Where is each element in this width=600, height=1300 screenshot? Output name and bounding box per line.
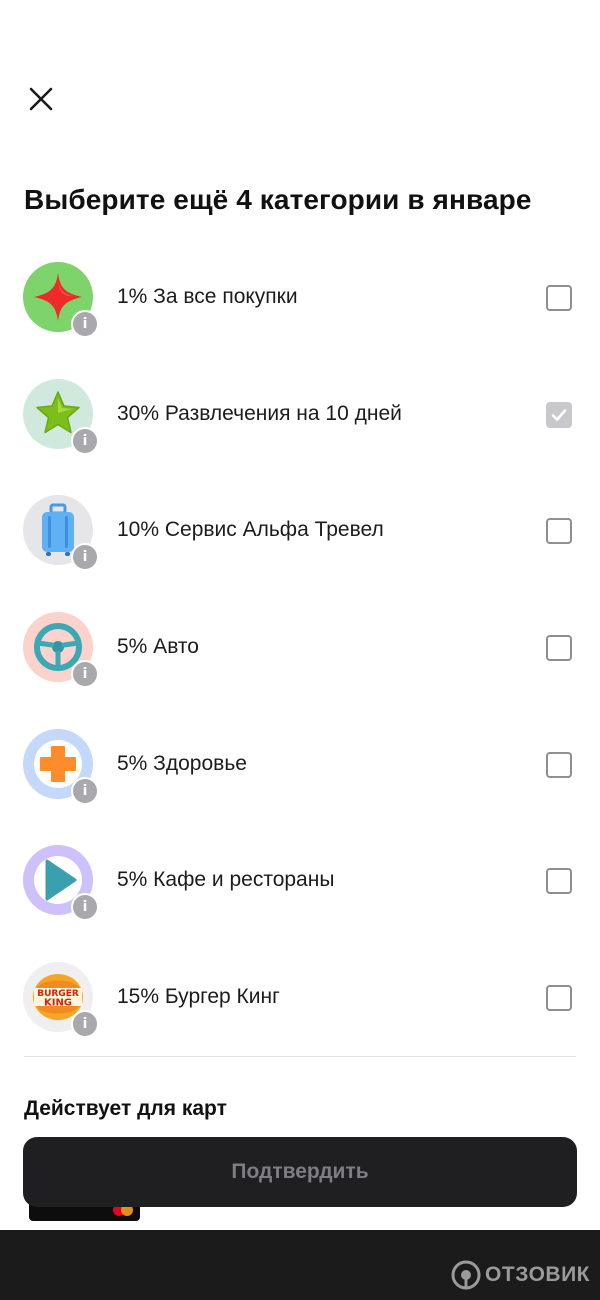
category-label: 10% Сервис Альфа Тревел — [117, 518, 384, 542]
info-icon[interactable]: i — [71, 776, 99, 805]
category-icon: i — [23, 845, 99, 922]
category-checkbox[interactable] — [546, 751, 572, 778]
confirm-button[interactable]: Подтвердить — [23, 1137, 577, 1207]
category-icon: i — [23, 728, 99, 805]
watermark-text: ОТЗОВИК — [485, 1263, 590, 1286]
category-label: 1% За все покупки — [117, 285, 298, 308]
svg-text:KING: KING — [44, 998, 72, 1009]
category-item-all-purchases[interactable]: i 1% За все покупки — [0, 238, 600, 355]
category-label: 5% Авто — [117, 635, 199, 659]
category-label: 5% Здоровье — [117, 751, 247, 775]
category-item-auto[interactable]: i 5% Авто — [0, 588, 600, 705]
info-icon[interactable]: i — [71, 893, 99, 922]
info-icon[interactable]: i — [71, 660, 99, 689]
category-item-burger-king[interactable]: BURGER KING i 15% Бургер Кинг — [0, 938, 600, 1055]
category-icon: i — [23, 612, 99, 689]
category-item-health[interactable]: i 5% Здоровье — [0, 705, 600, 822]
category-checkbox[interactable] — [546, 635, 572, 662]
close-button[interactable] — [24, 82, 58, 116]
category-list: i 1% За все покупки i 30% Развлечения на… — [0, 238, 600, 1055]
category-checkbox[interactable] — [546, 518, 572, 545]
category-item-cafe[interactable]: i 5% Кафе и рестораны — [0, 821, 600, 938]
divider — [24, 1056, 576, 1057]
category-label: 5% Кафе и рестораны — [117, 868, 335, 892]
category-checkbox[interactable] — [546, 868, 572, 895]
watermark: ОТЗОВИК — [451, 1260, 590, 1290]
page-title: Выберите ещё 4 категории в январе — [24, 184, 532, 215]
info-icon[interactable]: i — [71, 310, 99, 338]
category-item-entertainment[interactable]: i 30% Развлечения на 10 дней — [0, 355, 600, 472]
info-icon[interactable]: i — [71, 426, 99, 455]
category-checkbox[interactable] — [546, 985, 572, 1012]
category-label: 30% Развлечения на 10 дней — [117, 401, 402, 425]
category-icon: i — [23, 378, 99, 455]
checkmark-icon — [551, 408, 567, 421]
category-item-travel[interactable]: i 10% Сервис Альфа Тревел — [0, 471, 600, 588]
info-icon[interactable]: i — [71, 1010, 99, 1039]
cards-section-label: Действует для карт — [24, 1097, 227, 1120]
close-icon — [29, 87, 53, 111]
category-icon: i — [23, 262, 99, 338]
otzovik-logo-icon — [451, 1260, 481, 1290]
category-label: 15% Бургер Кинг — [117, 985, 280, 1009]
category-icon: BURGER KING i — [23, 962, 99, 1039]
category-checkbox[interactable] — [546, 285, 572, 311]
category-checkbox[interactable] — [546, 401, 572, 428]
category-icon: i — [23, 495, 99, 572]
info-icon[interactable]: i — [71, 543, 99, 572]
